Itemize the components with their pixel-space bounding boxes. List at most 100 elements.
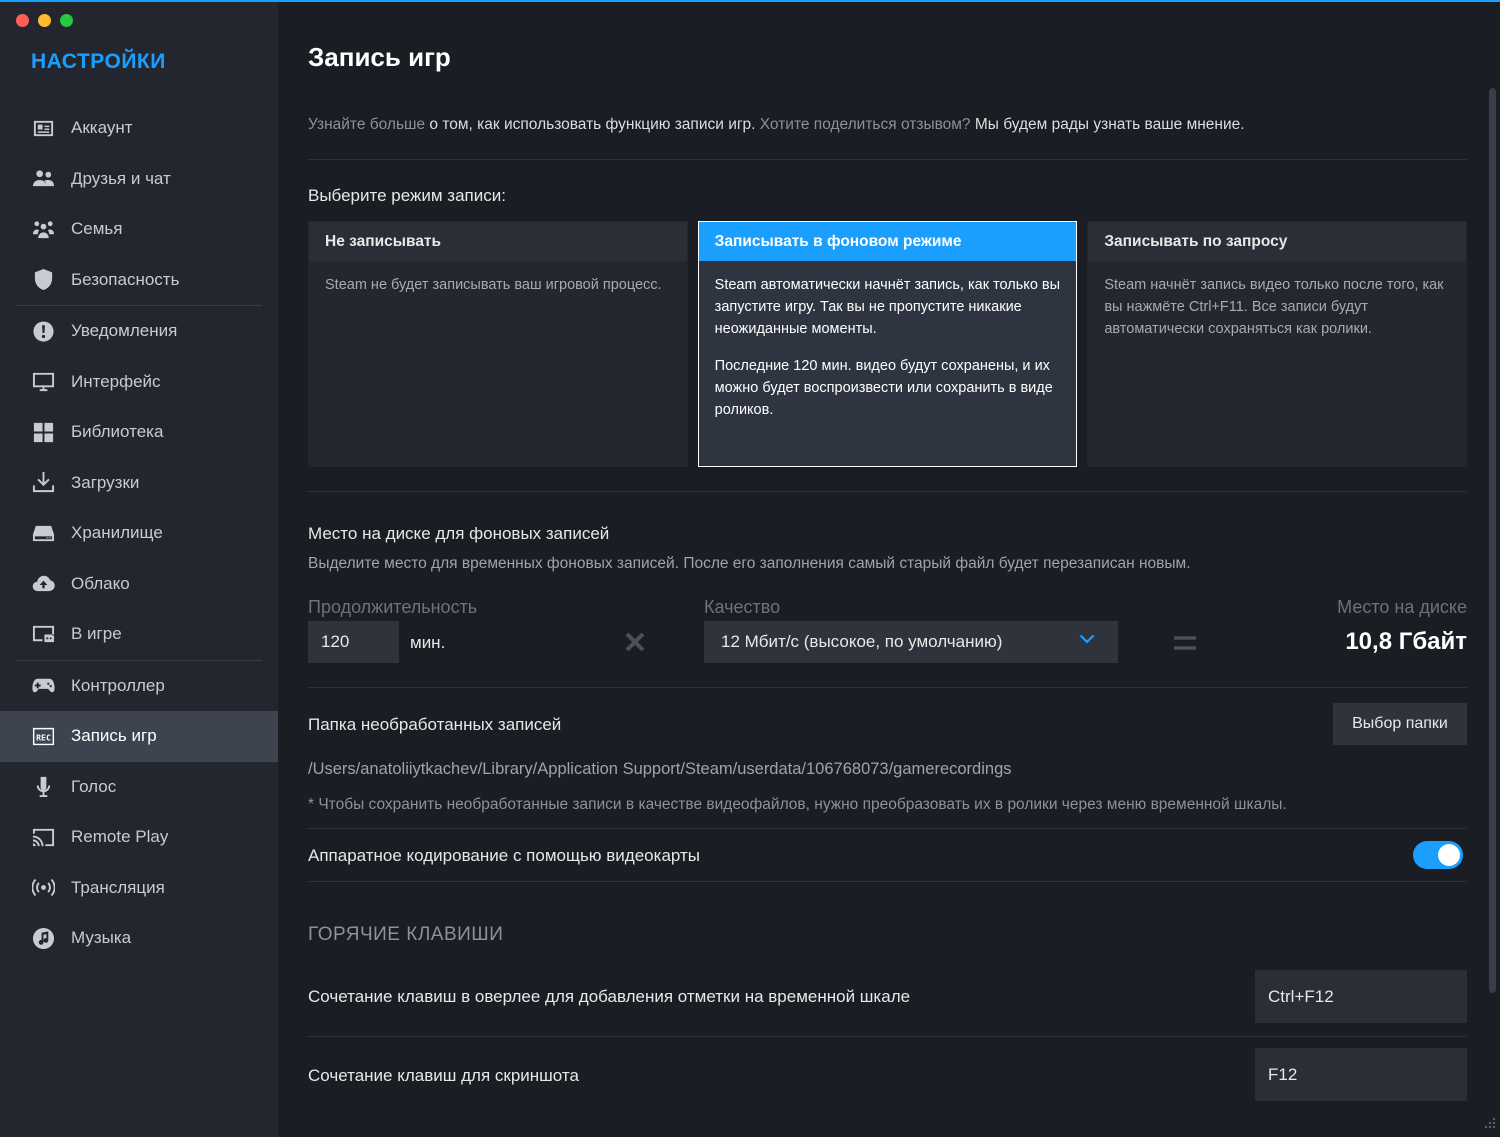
gamepad-icon [31,674,55,698]
duration-label: Продолжительность [308,597,478,617]
mode-card-body: Steam автоматически начнёт запись, как т… [699,261,1077,434]
sidebar-item-label: Remote Play [71,827,169,847]
raw-folder-note: * Чтобы сохранить необработанные записи … [308,796,1287,813]
hotkey-input-timeline-marker[interactable]: Ctrl+F12 [1255,970,1467,1023]
chevron-down-icon [1079,634,1095,644]
close-window-button[interactable] [16,14,29,27]
sidebar-nav: Аккаунт Друзья и чат Семья Безопасность … [0,103,278,964]
sidebar-item-library[interactable]: Библиотека [0,407,278,458]
intro-text-part: Мы будем рады узнать ваше мнение. [970,116,1245,133]
sidebar-item-ingame[interactable]: В игре [0,609,278,660]
raw-folder-path: /Users/anatoliiytkachev/Library/Applicat… [308,760,1012,778]
hotkey-label: Сочетание клавиш для скриншота [308,1066,579,1085]
sidebar-item-label: Семья [71,219,123,239]
mode-card-text: Последние 120 мин. видео будут сохранены… [714,358,1053,418]
sidebar-item-label: Облако [71,573,130,593]
mode-card-background[interactable]: Записывать в фоновом режиме Steam автома… [697,221,1078,467]
mode-card-on-demand[interactable]: Записывать по запросу Steam начнёт запис… [1087,221,1468,467]
sidebar-item-remote-play[interactable]: Remote Play [0,812,278,863]
rec-icon: REC [31,724,55,748]
zoom-window-button[interactable] [60,14,73,27]
duration-input[interactable]: 120 [308,621,399,663]
mode-card-text: Steam начнёт запись видео только после т… [1104,277,1444,337]
sidebar-item-label: Безопасность [71,269,180,289]
sidebar-item-label: Друзья и чат [71,168,171,188]
vertical-scrollbar[interactable] [1489,88,1496,993]
equals-icon [1174,636,1196,650]
page-title: Запись игр [308,42,451,72]
mode-card-body: Steam не будет записывать ваш игровой пр… [309,261,687,309]
monitor-icon [31,370,55,394]
friends-icon [31,167,55,191]
mode-card-text: Steam не будет записывать ваш игровой пр… [325,277,662,293]
recording-mode-label: Выберите режим записи: [308,186,506,205]
mode-card-body: Steam начнёт запись видео только после т… [1088,261,1466,353]
account-card-icon [31,116,55,140]
grid-icon [31,420,55,444]
sidebar-item-label: Голос [71,776,117,796]
sidebar-item-account[interactable]: Аккаунт [0,103,278,154]
hotkeys-section-title: ГОРЯЧИЕ КЛАВИШИ [308,924,504,945]
sidebar-item-voice[interactable]: Голос [0,762,278,813]
sidebar-item-downloads[interactable]: Загрузки [0,458,278,509]
resize-grip-icon[interactable] [1482,1117,1496,1131]
quality-select[interactable]: 12 Мбит/с (высокое, по умолчанию) [704,621,1118,663]
sidebar-item-label: Музыка [71,928,132,948]
sidebar-item-label: Трансляция [71,877,165,897]
sidebar-item-label: Интерфейс [71,371,161,391]
sidebar-item-label: Контроллер [71,675,165,695]
sidebar-item-cloud[interactable]: Облако [0,559,278,610]
hw-encoding-toggle[interactable] [1413,841,1463,869]
family-icon [31,217,55,241]
main-panel: Запись игр Узнайте больше о том, как исп… [278,2,1500,1137]
download-icon [31,471,55,495]
minimize-window-button[interactable] [38,14,51,27]
cloud-icon [31,572,55,596]
sidebar-item-security[interactable]: Безопасность [0,255,278,306]
duration-unit: мин. [410,633,446,652]
divider [308,828,1467,829]
microphone-icon [31,775,55,799]
multiply-icon [625,632,645,652]
raw-folder-label: Папка необработанных записей [308,715,562,734]
disk-space-label: Место на диске [1337,597,1467,617]
sidebar-item-broadcast[interactable]: Трансляция [0,863,278,914]
sidebar-item-label: Аккаунт [71,118,133,138]
quality-select-value: 12 Мбит/с (высокое, по умолчанию) [721,632,1003,651]
quality-label: Качество [704,597,781,617]
sidebar-item-game-recording[interactable]: REC Запись игр [0,711,278,762]
mode-card-title: Записывать в фоновом режиме [698,222,1077,261]
sidebar-item-notifications[interactable]: Уведомления [0,306,278,357]
sidebar-item-interface[interactable]: Интерфейс [0,357,278,408]
toggle-knob [1438,844,1460,866]
sidebar-item-music[interactable]: Музыка [0,913,278,964]
divider [308,159,1467,160]
disk-space-description: Выделите место для временных фоновых зап… [308,555,1191,572]
divider [308,687,1467,688]
sidebar-item-label: Уведомления [71,321,178,341]
hotkey-input-screenshot[interactable]: F12 [1255,1048,1467,1101]
svg-text:REC: REC [36,732,51,742]
disk-space-title: Место на диске для фоновых записей [308,524,610,543]
sidebar-item-friends[interactable]: Друзья и чат [0,154,278,205]
choose-folder-button[interactable]: Выбор папки [1333,703,1467,745]
cast-icon [31,825,55,849]
feedback-link[interactable]: Хотите поделиться отзывом? [760,116,971,133]
divider [308,1036,1467,1037]
sidebar-item-storage[interactable]: Хранилище [0,508,278,559]
divider [308,491,1467,492]
mode-card-off[interactable]: Не записывать Steam не будет записывать … [308,221,688,467]
ingame-icon [31,622,55,646]
music-icon [31,926,55,950]
intro-text: Узнайте больше о том, как использовать ф… [308,116,1245,134]
mode-card-title: Не записывать [309,222,687,261]
learn-more-link[interactable]: Узнайте больше [308,116,425,133]
alert-icon [31,319,55,343]
divider [308,881,1467,882]
settings-title: НАСТРОЙКИ [31,50,166,73]
sidebar-item-label: В игре [71,624,122,644]
broadcast-icon [31,876,55,900]
intro-text-part: о том, как использовать функцию записи и… [425,116,760,133]
sidebar-item-family[interactable]: Семья [0,204,278,255]
sidebar-item-controller[interactable]: Контроллер [0,661,278,712]
